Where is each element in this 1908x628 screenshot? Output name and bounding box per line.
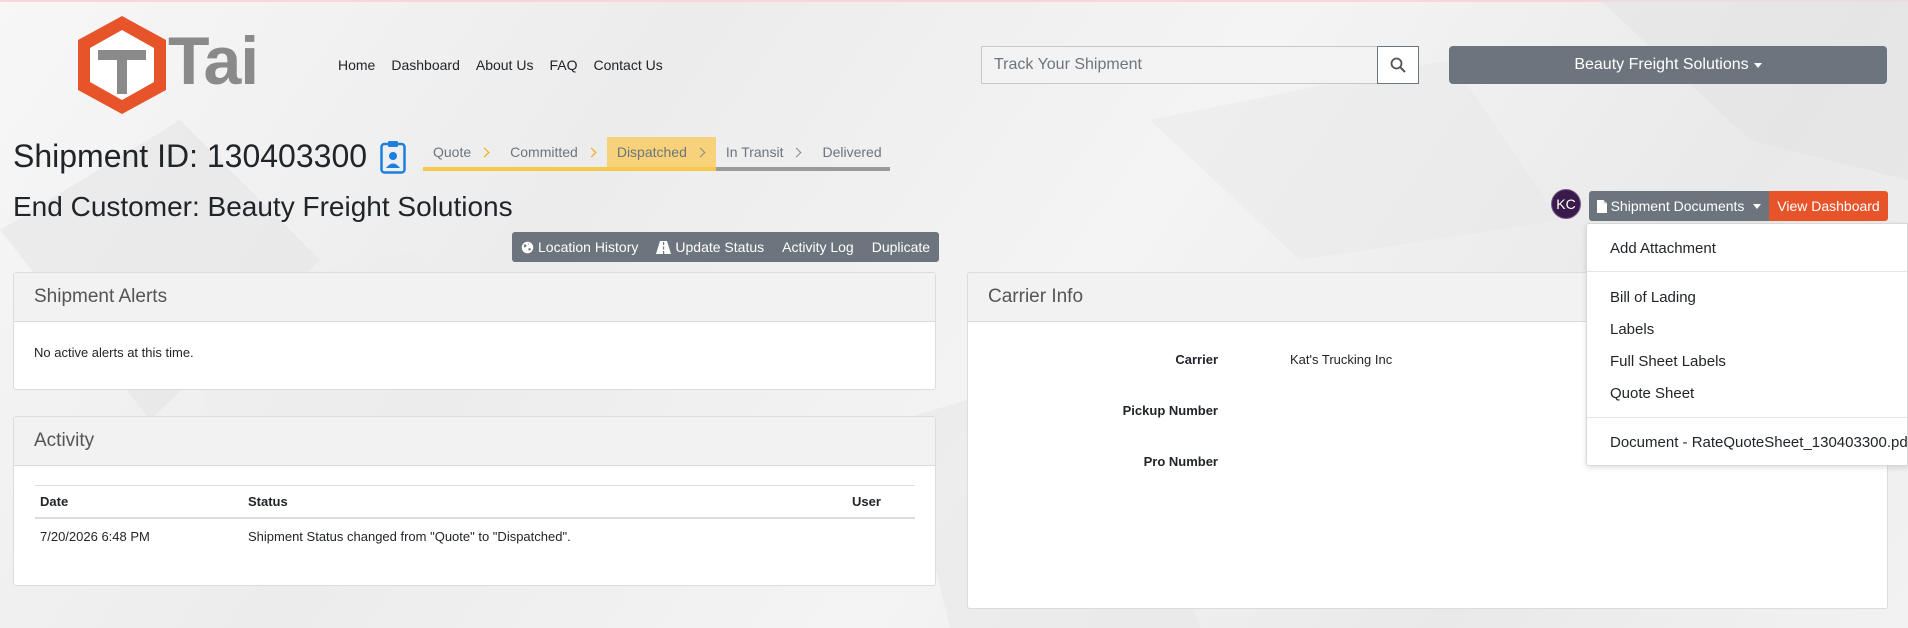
file-icon <box>1596 199 1607 213</box>
search-button[interactable] <box>1377 46 1419 84</box>
progress-step-label: Committed <box>510 144 578 160</box>
table-row: 7/20/2026 6:48 PM Shipment Status change… <box>35 519 915 553</box>
menu-item-quote-sheet[interactable]: Quote Sheet <box>1610 385 1694 402</box>
track-shipment-input[interactable] <box>981 46 1377 84</box>
column-header-date[interactable]: Date <box>35 494 248 509</box>
activity-log-button[interactable]: Activity Log <box>773 232 863 262</box>
card-title: Shipment Alerts <box>14 273 935 322</box>
main-nav: Home Dashboard About Us FAQ Contact Us <box>338 57 663 73</box>
duplicate-label: Duplicate <box>871 239 931 255</box>
road-icon <box>656 240 672 254</box>
nav-contact-us[interactable]: Contact Us <box>593 57 662 73</box>
menu-item-rate-quote-document[interactable]: Document - RateQuoteSheet_130403300.pdf <box>1610 434 1907 451</box>
pro-number-label: Pro Number <box>1143 454 1218 469</box>
activity-card: Activity Date Status User 7/20/2026 6:48… <box>13 416 936 586</box>
id-badge-icon[interactable] <box>380 140 406 174</box>
nav-about-us[interactable]: About Us <box>476 57 534 73</box>
location-history-button[interactable]: Location History <box>512 232 647 262</box>
card-title: Activity <box>14 417 935 466</box>
progress-step-label: In Transit <box>725 144 784 160</box>
shipment-documents-menu: Add Attachment Bill of Lading Labels Ful… <box>1586 223 1908 466</box>
carrier-label: Carrier <box>1175 352 1218 367</box>
update-status-button[interactable]: Update Status <box>647 232 773 262</box>
logo-text: Tai <box>168 23 259 99</box>
column-header-status[interactable]: Status <box>248 494 852 509</box>
progress-step-quote: Quote <box>423 137 501 171</box>
progress-step-label: Dispatched <box>616 144 687 160</box>
progress-step-label: Quote <box>433 144 472 160</box>
track-shipment-search <box>981 46 1419 84</box>
top-accent-line <box>0 0 1908 2</box>
shipment-alerts-card: Shipment Alerts No active alerts at this… <box>13 272 936 390</box>
activity-table: Date Status User 7/20/2026 6:48 PM Shipm… <box>35 485 915 553</box>
nav-dashboard[interactable]: Dashboard <box>391 57 460 73</box>
user-avatar[interactable]: KC <box>1551 189 1581 219</box>
globe-icon <box>521 241 534 253</box>
table-header: Date Status User <box>35 485 915 519</box>
duplicate-button[interactable]: Duplicate <box>863 232 939 262</box>
company-dropdown-button[interactable]: Beauty Freight Solutions <box>1449 46 1887 84</box>
shipment-progress: Quote Committed Dispatched In Transit De… <box>423 137 890 171</box>
update-status-label: Update Status <box>675 239 765 255</box>
chevron-right-icon <box>695 147 706 157</box>
progress-step-dispatched: Dispatched <box>606 137 716 171</box>
nav-home[interactable]: Home <box>338 57 375 73</box>
shipment-documents-button[interactable]: Shipment Documents <box>1589 191 1769 221</box>
menu-item-bill-of-lading[interactable]: Bill of Lading <box>1610 289 1696 306</box>
shipment-documents-label: Shipment Documents <box>1610 198 1745 214</box>
chevron-right-icon <box>586 147 597 157</box>
location-history-label: Location History <box>538 239 639 255</box>
chevron-right-icon <box>479 147 490 157</box>
progress-step-committed: Committed <box>500 137 607 171</box>
carrier-value: Kat's Trucking Inc <box>1290 352 1393 367</box>
menu-divider <box>1587 417 1907 418</box>
menu-item-add-attachment[interactable]: Add Attachment <box>1610 240 1716 257</box>
company-dropdown-label: Beauty Freight Solutions <box>1574 56 1749 73</box>
shipment-id-title: Shipment ID: 130403300 <box>13 138 368 174</box>
menu-item-labels[interactable]: Labels <box>1610 321 1654 338</box>
activity-log-label: Activity Log <box>782 239 854 255</box>
progress-step-in-transit: In Transit <box>715 137 813 171</box>
alerts-message: No active alerts at this time. <box>34 345 194 360</box>
menu-divider <box>1587 271 1907 272</box>
menu-item-full-sheet-labels[interactable]: Full Sheet Labels <box>1610 353 1726 370</box>
nav-faq[interactable]: FAQ <box>549 57 577 73</box>
chevron-right-icon <box>792 147 802 157</box>
activity-status: Shipment Status changed from "Quote" to … <box>248 528 571 544</box>
pickup-number-label: Pickup Number <box>1122 403 1218 418</box>
column-header-user[interactable]: User <box>852 494 912 509</box>
progress-step-delivered: Delivered <box>812 137 890 171</box>
caret-down-icon <box>1753 62 1762 68</box>
shipment-actions-bar: Location History Update Status Activity … <box>512 232 940 262</box>
caret-down-icon <box>1753 203 1762 209</box>
view-dashboard-button[interactable]: View Dashboard <box>1769 191 1888 221</box>
search-icon <box>1390 57 1406 73</box>
end-customer-title: End Customer: Beauty Freight Solutions <box>13 191 513 222</box>
activity-date: 7/20/2026 6:48 PM <box>40 528 150 544</box>
logo-hexagon-icon <box>78 16 166 114</box>
progress-step-label: Delivered <box>822 144 882 160</box>
